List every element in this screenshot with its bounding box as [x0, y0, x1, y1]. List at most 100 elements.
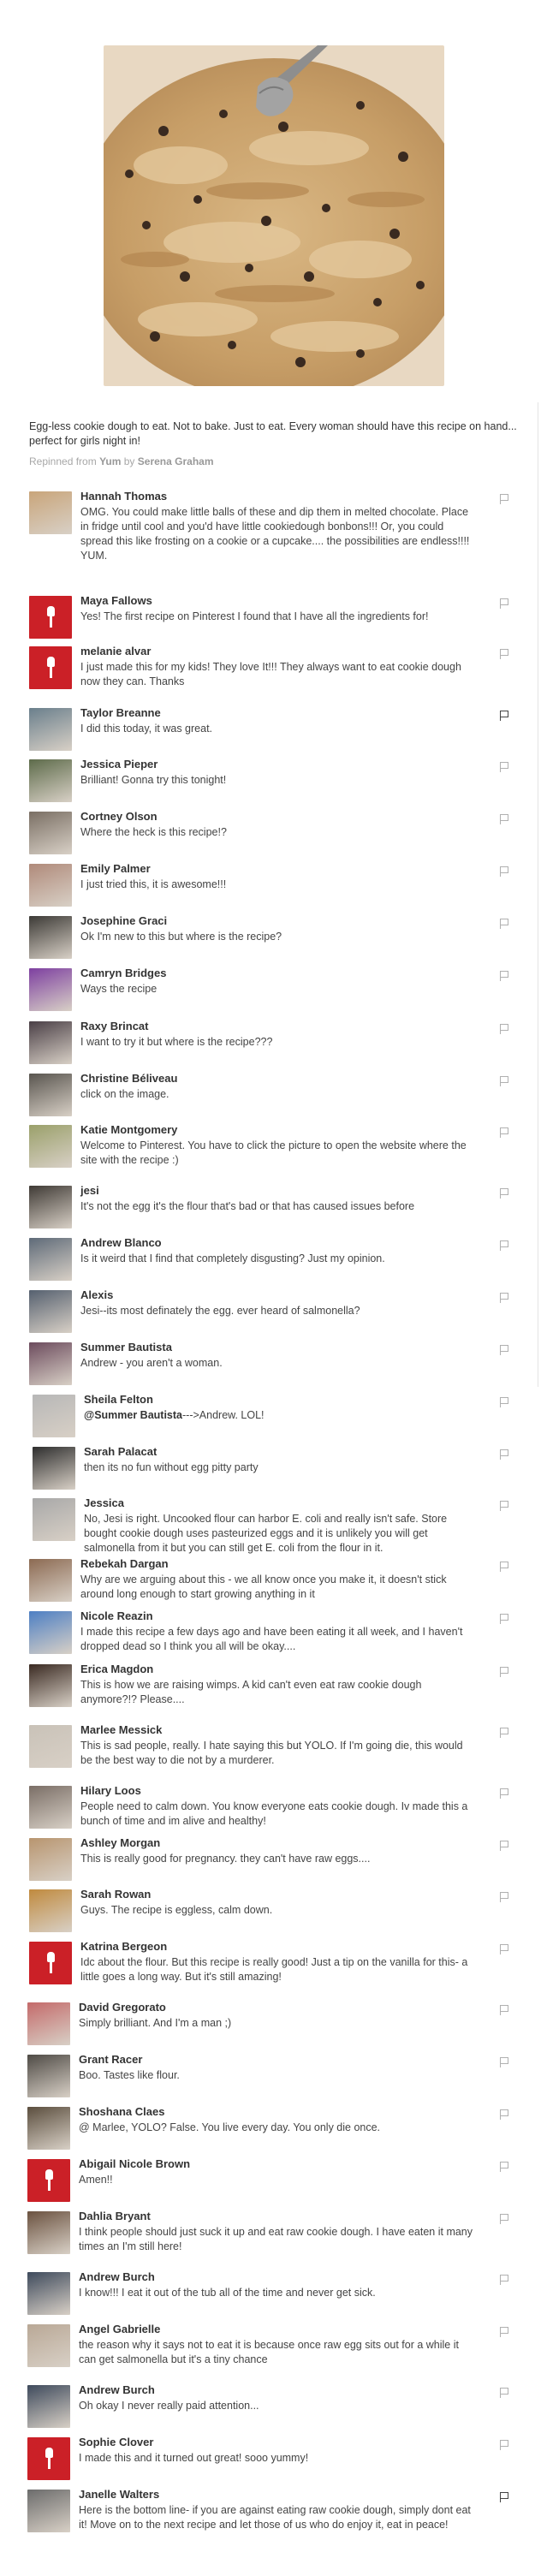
flag-icon[interactable]: [498, 1127, 510, 1139]
flag-icon[interactable]: [498, 1727, 510, 1739]
commenter-name[interactable]: Hannah Thomas: [80, 490, 167, 503]
commenter-name[interactable]: melanie alvar: [80, 645, 151, 657]
default-avatar[interactable]: [29, 1942, 72, 1984]
flag-icon[interactable]: [498, 1449, 510, 1461]
flag-icon[interactable]: [498, 813, 510, 825]
avatar[interactable]: [29, 1889, 72, 1932]
commenter-name[interactable]: David Gregorato: [79, 2001, 166, 2014]
avatar[interactable]: [33, 1395, 75, 1437]
commenter-name[interactable]: Katie Montgomery: [80, 1123, 177, 1136]
commenter-name[interactable]: Christine Béliveau: [80, 1072, 177, 1085]
avatar[interactable]: [29, 1664, 72, 1707]
commenter-name[interactable]: Erica Magdon: [80, 1663, 153, 1675]
commenter-name[interactable]: Angel Gabrielle: [79, 2323, 160, 2335]
default-avatar[interactable]: [27, 2437, 70, 2480]
default-avatar[interactable]: [29, 646, 72, 689]
commenter-name[interactable]: jesi: [80, 1184, 99, 1197]
avatar[interactable]: [29, 1238, 72, 1281]
avatar[interactable]: [29, 1611, 72, 1654]
commenter-name[interactable]: Emily Palmer: [80, 862, 151, 875]
commenter-name[interactable]: Josephine Graci: [80, 914, 167, 927]
commenter-name[interactable]: Grant Racer: [79, 2053, 142, 2066]
avatar[interactable]: [29, 1186, 72, 1229]
avatar[interactable]: [29, 812, 72, 854]
commenter-name[interactable]: Marlee Messick: [80, 1723, 162, 1736]
flag-icon[interactable]: [498, 648, 510, 660]
commenter-name[interactable]: Ashley Morgan: [80, 1836, 160, 1849]
flag-icon[interactable]: [498, 2056, 510, 2068]
avatar[interactable]: [27, 2324, 70, 2367]
commenter-name[interactable]: Andrew Blanco: [80, 1236, 162, 1249]
avatar[interactable]: [29, 1021, 72, 1064]
commenter-name[interactable]: Alexis: [80, 1288, 113, 1301]
commenter-name[interactable]: Dahlia Bryant: [79, 2210, 151, 2222]
flag-icon[interactable]: [498, 1561, 510, 1573]
commenter-name[interactable]: Sheila Felton: [84, 1393, 153, 1406]
flag-icon[interactable]: [498, 1891, 510, 1903]
avatar[interactable]: [27, 2002, 70, 2045]
flag-icon[interactable]: [498, 1344, 510, 1356]
avatar[interactable]: [29, 1125, 72, 1168]
flag-icon[interactable]: [498, 1240, 510, 1252]
flag-icon[interactable]: [498, 1396, 510, 1408]
avatar[interactable]: [29, 1290, 72, 1333]
avatar[interactable]: [33, 1498, 75, 1541]
flag-icon[interactable]: [498, 2213, 510, 2225]
avatar[interactable]: [27, 2211, 70, 2254]
flag-icon[interactable]: [498, 1613, 510, 1625]
commenter-name[interactable]: Taylor Breanne: [80, 706, 161, 719]
flag-icon[interactable]: [498, 598, 510, 610]
avatar[interactable]: [29, 1559, 72, 1602]
pin-image[interactable]: [104, 45, 444, 386]
commenter-name[interactable]: Maya Fallows: [80, 594, 152, 607]
flag-icon[interactable]: [498, 1292, 510, 1304]
avatar[interactable]: [27, 2385, 70, 2428]
avatar[interactable]: [27, 2055, 70, 2097]
commenter-name[interactable]: Janelle Walters: [79, 2488, 159, 2501]
flag-icon[interactable]: [498, 1840, 510, 1852]
flag-icon[interactable]: [498, 2004, 510, 2016]
flag-icon[interactable]: [498, 1943, 510, 1955]
avatar[interactable]: [29, 708, 72, 751]
flag-icon[interactable]: [498, 2109, 510, 2121]
flag-icon[interactable]: [498, 2439, 510, 2451]
commenter-name[interactable]: Sarah Palacat: [84, 1445, 157, 1458]
flag-icon[interactable]: [498, 1187, 510, 1199]
repin-user-link[interactable]: Serena Graham: [138, 455, 214, 467]
avatar[interactable]: [29, 864, 72, 907]
avatar[interactable]: [27, 2107, 70, 2150]
commenter-name[interactable]: Abigail Nicole Brown: [79, 2157, 190, 2170]
avatar[interactable]: [29, 759, 72, 802]
flag-icon[interactable]: [498, 2161, 510, 2173]
commenter-name[interactable]: Jessica: [84, 1496, 124, 1509]
repin-board-link[interactable]: Yum: [99, 455, 121, 467]
avatar[interactable]: [29, 1342, 72, 1385]
commenter-name[interactable]: Nicole Reazin: [80, 1609, 153, 1622]
avatar[interactable]: [29, 968, 72, 1011]
commenter-name[interactable]: Sophie Clover: [79, 2436, 153, 2448]
commenter-name[interactable]: Raxy Brincat: [80, 1020, 148, 1032]
commenter-name[interactable]: Andrew Burch: [79, 2383, 155, 2396]
avatar[interactable]: [33, 1447, 75, 1490]
avatar[interactable]: [29, 1838, 72, 1881]
flag-icon[interactable]: [498, 1023, 510, 1035]
commenter-name[interactable]: Andrew Burch: [79, 2270, 155, 2283]
flag-icon[interactable]: [498, 2387, 510, 2399]
avatar[interactable]: [29, 491, 72, 534]
default-avatar[interactable]: [27, 2159, 70, 2202]
flag-icon[interactable]: [498, 970, 510, 982]
avatar[interactable]: [29, 1074, 72, 1116]
avatar[interactable]: [27, 2272, 70, 2315]
flag-icon[interactable]: [498, 493, 510, 505]
flag-icon[interactable]: [498, 2274, 510, 2286]
flag-icon[interactable]: [498, 1666, 510, 1678]
commenter-name[interactable]: Cortney Olson: [80, 810, 158, 823]
avatar[interactable]: [29, 916, 72, 959]
flag-icon[interactable]: [498, 2491, 510, 2503]
flag-icon[interactable]: [498, 866, 510, 878]
commenter-name[interactable]: Camryn Bridges: [80, 967, 166, 979]
commenter-name[interactable]: Shoshana Claes: [79, 2105, 164, 2118]
flag-icon[interactable]: [498, 1500, 510, 1512]
flag-icon[interactable]: [498, 761, 510, 773]
commenter-name[interactable]: Hilary Loos: [80, 1784, 141, 1797]
